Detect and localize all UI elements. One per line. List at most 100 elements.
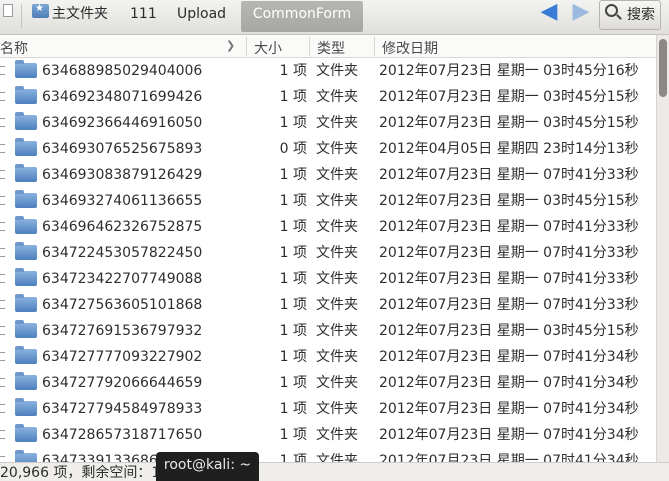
file-modified: 2012年07月23日 星期一 07时41分33秒 (379, 245, 639, 261)
expander-icon[interactable] (0, 222, 5, 231)
expander-icon[interactable] (0, 66, 5, 75)
expander-icon[interactable] (0, 196, 5, 205)
file-size: 1 项 (279, 167, 307, 183)
column-header-name[interactable]: 名称 (0, 38, 28, 58)
file-modified: 2012年07月23日 星期一 03时45分15秒 (379, 89, 639, 105)
search-button[interactable]: 搜索 (599, 0, 661, 30)
table-row[interactable]: 634728657318717650 1 项文件夹 2012年07月23日 星期一 … (0, 422, 656, 448)
expander-icon[interactable] (0, 404, 5, 413)
file-size: 1 项 (279, 89, 307, 105)
breadcrumb-home[interactable]: 主文件夹 (52, 1, 108, 32)
column-divider[interactable] (246, 37, 247, 56)
file-type: 文件夹 (316, 63, 358, 79)
file-name: 634688985029404006 (42, 63, 203, 79)
table-row[interactable]: 634727794584978933 1 项文件夹 2012年07月23日 星期一 … (0, 396, 656, 422)
table-row[interactable]: 634692366446916050 1 项文件夹 2012年07月23日 星期一 … (0, 110, 656, 136)
back-arrow-icon[interactable]: ◀ (538, 1, 560, 24)
file-name: 634722453057822450 (42, 245, 203, 261)
status-bar: 20,966 项，剩余空间：1 (0, 462, 669, 481)
vertical-scrollbar[interactable] (656, 35, 669, 462)
expander-icon[interactable] (0, 352, 5, 361)
folder-icon (15, 112, 37, 130)
file-size: 1 项 (279, 115, 307, 131)
folder-icon (15, 320, 37, 338)
expander-icon[interactable] (0, 248, 5, 257)
file-name: 634693076525675893 (42, 141, 203, 157)
folder-icon (15, 268, 37, 286)
document-icon (3, 4, 13, 17)
expander-icon[interactable] (0, 92, 5, 101)
file-size: 1 项 (279, 375, 307, 391)
file-type: 文件夹 (316, 219, 358, 235)
table-row[interactable]: 634723422707749088 1 项文件夹 2012年07月23日 星期一 … (0, 266, 656, 292)
file-size: 1 项 (279, 297, 307, 313)
table-row[interactable]: 634693274061136655 1 项文件夹 2012年07月23日 星期一 … (0, 188, 656, 214)
taskbar-terminal[interactable]: root@kali: ~ (156, 452, 259, 481)
expander-icon[interactable] (0, 274, 5, 283)
file-modified: 2012年07月23日 星期一 03时45分15秒 (379, 115, 639, 131)
column-divider[interactable] (309, 37, 310, 56)
expander-icon[interactable] (0, 326, 5, 335)
expander-icon[interactable] (0, 118, 5, 127)
file-modified: 2012年07月23日 星期一 03时45分16秒 (379, 63, 639, 79)
file-modified: 2012年07月23日 星期一 07时41分33秒 (379, 219, 639, 235)
file-modified: 2012年07月23日 星期一 07时41分33秒 (379, 297, 639, 313)
expander-icon[interactable] (0, 300, 5, 309)
table-row[interactable]: 634727691536797932 1 项文件夹 2012年07月23日 星期一 … (0, 318, 656, 344)
forward-arrow-icon[interactable]: ▶ (570, 1, 592, 24)
folder-icon (15, 450, 37, 462)
file-name: 634727777093227902 (42, 349, 203, 365)
column-header-type[interactable]: 类型 (317, 38, 345, 58)
folder-icon (15, 398, 37, 416)
folder-icon (15, 216, 37, 234)
table-row[interactable]: 634693076525675893 0 项文件夹 2012年04月05日 星期四 … (0, 136, 656, 162)
scrollbar-thumb[interactable] (659, 39, 667, 97)
file-size: 1 项 (279, 271, 307, 287)
column-header-size[interactable]: 大小 (254, 38, 282, 58)
file-name: 634727792066644659 (42, 375, 203, 391)
location-toolbar: 主文件夹 111 Upload CommonForm ◀ ▶ 搜索 (0, 0, 669, 35)
table-row[interactable]: 634727563605101868 1 项文件夹 2012年07月23日 星期一 … (0, 292, 656, 318)
table-row[interactable]: 634727792066644659 1 项文件夹 2012年07月23日 星期一 … (0, 370, 656, 396)
table-row[interactable]: 634727777093227902 1 项文件夹 2012年07月23日 星期一 … (0, 344, 656, 370)
expander-icon[interactable] (0, 430, 5, 439)
expander-icon[interactable] (0, 378, 5, 387)
column-divider[interactable] (374, 37, 375, 56)
file-size: 1 项 (279, 427, 307, 443)
file-type: 文件夹 (316, 375, 358, 391)
table-row[interactable]: 634692348071699426 1 项文件夹 2012年07月23日 星期一 … (0, 84, 656, 110)
file-size: 0 项 (279, 141, 307, 157)
folder-icon (15, 242, 37, 260)
table-row[interactable]: 634688985029404006 1 项文件夹 2012年07月23日 星期一 … (0, 58, 656, 84)
file-name: 634727691536797932 (42, 323, 203, 339)
table-row[interactable]: 63473391336860 1 项文件夹 2012年07月23日 星期一 07时4… (0, 448, 656, 462)
expander-icon[interactable] (0, 170, 5, 179)
status-text: 20,966 项，剩余空间：1 (0, 465, 161, 481)
file-modified: 2012年07月23日 星期一 07时41分34秒 (379, 401, 639, 417)
table-row[interactable]: 634696462326752875 1 项文件夹 2012年07月23日 星期一 … (0, 214, 656, 240)
file-size: 1 项 (279, 219, 307, 235)
file-modified: 2012年07月23日 星期一 07时41分34秒 (379, 453, 639, 462)
breadcrumb-111[interactable]: 111 (130, 1, 157, 32)
table-row[interactable]: 634693083879126429 1 项文件夹 2012年07月23日 星期一 … (0, 162, 656, 188)
file-modified: 2012年07月23日 星期一 07时41分33秒 (379, 167, 639, 183)
file-type: 文件夹 (316, 349, 358, 365)
breadcrumb-commonform[interactable]: CommonForm (241, 1, 363, 32)
file-modified: 2012年07月23日 星期一 03时45分15秒 (379, 193, 639, 209)
file-type: 文件夹 (316, 141, 358, 157)
folder-icon (15, 294, 37, 312)
file-name: 63473391336860 (42, 453, 167, 462)
file-size: 1 项 (279, 401, 307, 417)
file-name: 634692348071699426 (42, 89, 203, 105)
search-icon (605, 4, 618, 17)
chevron-down-icon: ❯ (226, 39, 236, 52)
expander-icon[interactable] (0, 144, 5, 153)
table-row[interactable]: 634722453057822450 1 项文件夹 2012年07月23日 星期一 … (0, 240, 656, 266)
column-header-modified[interactable]: 修改日期 (382, 38, 438, 58)
folder-icon (15, 372, 37, 390)
breadcrumb-upload[interactable]: Upload (177, 1, 226, 32)
folder-icon (15, 164, 37, 182)
file-name: 634693274061136655 (42, 193, 203, 209)
file-type: 文件夹 (316, 271, 358, 287)
file-type: 文件夹 (316, 323, 358, 339)
